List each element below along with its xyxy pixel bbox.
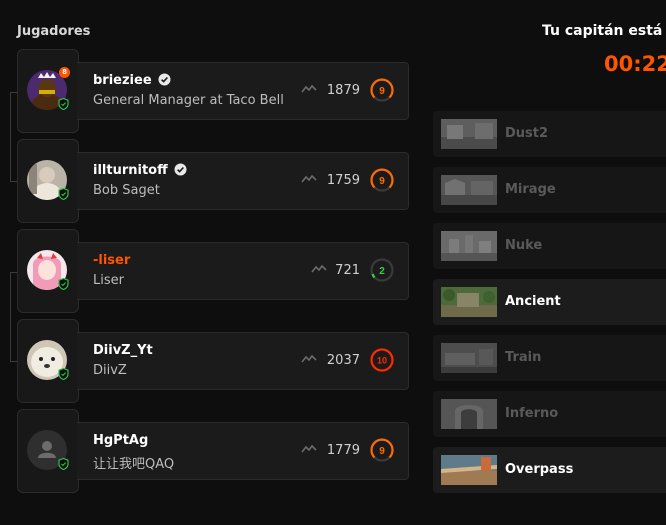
elo-trend-icon xyxy=(301,354,317,363)
skill-level-value: 9 xyxy=(379,176,385,187)
skill-level-icon: 9 xyxy=(370,168,394,192)
avatar-card[interactable] xyxy=(17,139,79,223)
map-name: Dust2 xyxy=(505,126,549,141)
captain-status-text: Tu capitán está v xyxy=(542,23,666,39)
map-overpass[interactable]: Overpass xyxy=(433,447,666,493)
skill-level-value: 9 xyxy=(379,86,385,97)
player-info-card[interactable]: HgPtAg 让让我吧QAQ 1779 9 xyxy=(77,422,409,480)
map-name: Overpass xyxy=(505,462,574,477)
player-info-card[interactable]: -liser Liser 721 2 xyxy=(77,242,409,300)
map-thumbnail xyxy=(441,287,497,317)
skill-level-value: 2 xyxy=(379,266,385,277)
map-dust2[interactable]: Dust2 xyxy=(433,111,666,157)
verified-icon xyxy=(174,163,187,176)
elo-trend-icon xyxy=(301,84,317,93)
map-ancient[interactable]: Ancient xyxy=(433,279,666,325)
section-title: Jugadores xyxy=(17,24,91,39)
map-name: Train xyxy=(505,350,542,365)
player-nickname[interactable]: illturnitoff xyxy=(93,163,187,178)
verified-icon xyxy=(158,73,171,86)
skill-level-icon: 10 xyxy=(370,348,394,372)
player-subtitle: 让让我吧QAQ xyxy=(93,457,175,472)
avatar-card[interactable] xyxy=(17,409,79,493)
map-thumbnail xyxy=(441,399,497,429)
player-subtitle: Liser xyxy=(93,273,124,288)
map-name: Mirage xyxy=(505,182,556,197)
avatar-card[interactable]: 8 xyxy=(17,49,79,133)
map-thumbnail xyxy=(441,175,497,205)
player-nickname[interactable]: -liser xyxy=(93,253,130,268)
player-row[interactable]: DiivZ_Yt DiivZ 2037 10 xyxy=(17,319,409,403)
player-elo: 1779 xyxy=(326,443,360,458)
player-subtitle: General Manager at Taco Bell xyxy=(93,93,284,108)
map-thumbnail xyxy=(441,231,497,261)
elo-trend-icon xyxy=(301,444,317,453)
avatar-card[interactable] xyxy=(17,319,79,403)
map-train[interactable]: Train xyxy=(433,335,666,381)
skill-level-value: 10 xyxy=(377,356,387,366)
avatar-card[interactable] xyxy=(17,229,79,313)
map-mirage[interactable]: Mirage xyxy=(433,167,666,213)
countdown-timer: 00:22 xyxy=(604,52,666,76)
player-nickname[interactable]: brieziee xyxy=(93,73,171,88)
player-row[interactable]: -liser Liser 721 2 xyxy=(17,229,409,313)
player-row[interactable]: illturnitoff Bob Saget 1759 9 xyxy=(17,139,409,223)
player-elo: 721 xyxy=(335,263,360,278)
skill-level-icon: 9 xyxy=(370,78,394,102)
player-subtitle: DiivZ xyxy=(93,363,127,378)
map-name: Ancient xyxy=(505,294,561,309)
shield-icon xyxy=(58,368,69,380)
shield-icon xyxy=(58,278,69,290)
map-name: Inferno xyxy=(505,406,559,421)
shield-icon xyxy=(58,188,69,200)
map-thumbnail xyxy=(441,343,497,373)
player-info-card[interactable]: brieziee General Manager at Taco Bell 18… xyxy=(77,62,409,120)
player-info-card[interactable]: DiivZ_Yt DiivZ 2037 10 xyxy=(77,332,409,390)
elo-trend-icon xyxy=(301,174,317,183)
player-subtitle: Bob Saget xyxy=(93,183,160,198)
shield-icon xyxy=(58,98,69,110)
player-nickname[interactable]: DiivZ_Yt xyxy=(93,343,153,358)
player-elo: 2037 xyxy=(326,353,360,368)
player-elo: 1879 xyxy=(326,83,360,98)
player-info-card[interactable]: illturnitoff Bob Saget 1759 9 xyxy=(77,152,409,210)
player-nickname[interactable]: HgPtAg xyxy=(93,433,148,448)
shield-icon xyxy=(58,458,69,470)
skill-level-icon: 9 xyxy=(370,438,394,462)
skill-level-value: 9 xyxy=(379,446,385,457)
player-row[interactable]: 8 brieziee General Manager at Taco Bell … xyxy=(17,49,409,133)
map-thumbnail xyxy=(441,119,497,149)
skill-level-icon: 2 xyxy=(370,258,394,282)
map-thumbnail xyxy=(441,455,497,485)
player-elo: 1759 xyxy=(326,173,360,188)
map-name: Nuke xyxy=(505,238,543,253)
map-nuke[interactable]: Nuke xyxy=(433,223,666,269)
map-inferno[interactable]: Inferno xyxy=(433,391,666,437)
player-row[interactable]: HgPtAg 让让我吧QAQ 1779 9 xyxy=(17,409,409,493)
level-badge: 8 xyxy=(59,67,70,78)
